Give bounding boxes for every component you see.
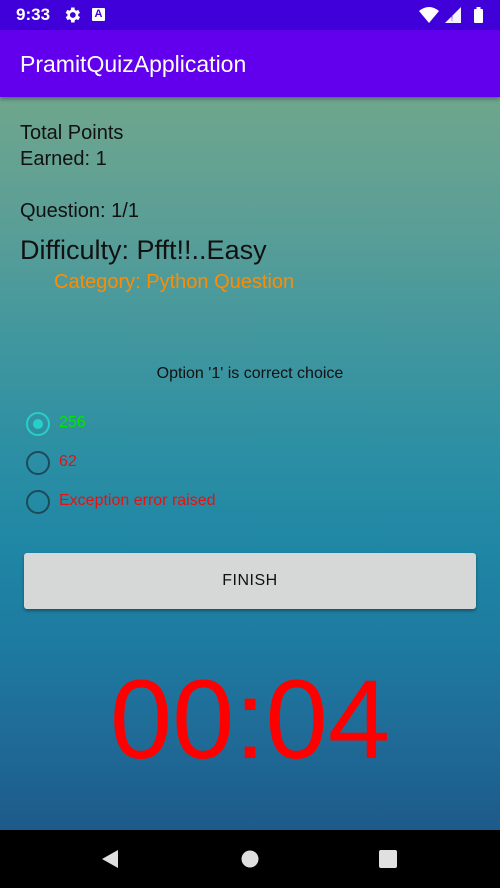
battery-icon xyxy=(474,7,483,23)
quiz-content: Total Points Earned: 1 Question: 1/1 Dif… xyxy=(0,97,500,830)
question-counter: Question: 1/1 xyxy=(20,200,139,222)
home-icon[interactable] xyxy=(240,849,260,869)
points-label: Total Points Earned: 1 xyxy=(20,122,124,170)
app-bar: PramitQuizApplication xyxy=(0,30,500,97)
status-right-icons: ! xyxy=(419,7,483,23)
back-icon[interactable] xyxy=(100,849,120,869)
status-time: 9:33 xyxy=(16,5,51,24)
finish-button[interactable]: FINISH xyxy=(24,553,476,609)
gear-icon xyxy=(65,7,80,23)
option-label[interactable]: 62 xyxy=(59,453,77,471)
radio-checked-icon[interactable] xyxy=(26,412,50,436)
wifi-icon xyxy=(419,7,439,23)
radio-unchecked-icon[interactable] xyxy=(26,451,50,475)
difficulty-label: Difficulty: Pfft!!..Easy xyxy=(20,235,267,265)
svg-text:!: ! xyxy=(451,16,453,23)
a-icon: A xyxy=(92,8,105,21)
recents-icon[interactable] xyxy=(379,850,397,868)
signal-icon xyxy=(445,7,461,23)
option-label[interactable]: Exception error raised xyxy=(59,492,216,510)
quiz-screen: 9:33 A ! PramitQuizApplication Total Poi… xyxy=(0,0,500,888)
option-label[interactable]: 256 xyxy=(59,414,86,432)
status-bar: 9:33 A ! xyxy=(0,0,500,30)
app-title: PramitQuizApplication xyxy=(20,51,247,77)
navigation-bar xyxy=(0,830,500,888)
category-label: Category: Python Question xyxy=(54,271,295,293)
answer-feedback: Option '1' is correct choice xyxy=(156,365,344,382)
countdown-timer: 00:04 xyxy=(109,657,391,782)
radio-unchecked-icon[interactable] xyxy=(26,490,50,514)
